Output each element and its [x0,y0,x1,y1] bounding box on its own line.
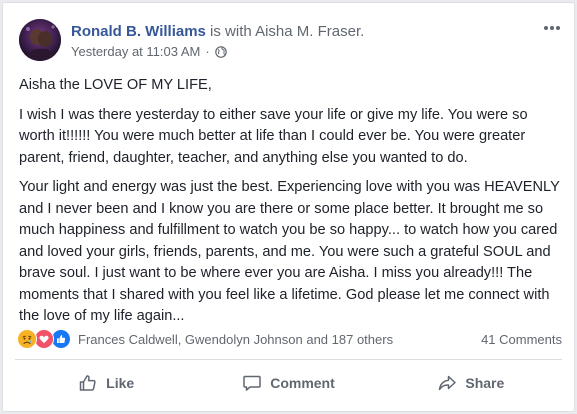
share-icon [437,373,457,393]
reactions-bar: Frances Caldwell, Gwendolyn Johnson and … [17,328,562,350]
like-reaction-icon [51,329,71,349]
more-options-icon[interactable] [542,21,562,33]
post-timestamp[interactable]: Yesterday at 11:03 AM [71,44,200,59]
like-button[interactable]: Like [15,363,197,403]
comment-icon [242,373,262,393]
with-text: is with [205,23,256,40]
comments-count[interactable]: 41 Comments [481,332,562,347]
post-paragraph: Aisha the LOVE OF MY LIFE, [19,77,212,93]
share-button[interactable]: Share [380,363,562,403]
love-reaction-icon [34,329,54,349]
globe-icon[interactable] [214,45,227,58]
tagged-person-link[interactable]: Aisha M. Fraser. [255,23,364,40]
post-meta: Yesterday at 11:03 AM · [71,44,227,59]
meta-separator: · [205,44,210,59]
sad-reaction-icon [17,329,37,349]
reactors-summary[interactable]: Frances Caldwell, Gwendolyn Johnson and … [78,332,481,347]
post-paragraph: Your light and energy was just the best.… [19,179,560,324]
post-title-line: Ronald B. Williams is with Aisha M. Fras… [71,23,364,40]
comment-label: Comment [270,375,335,391]
reaction-icons[interactable] [17,329,71,349]
post-paragraph: I wish I was there yesterday to either s… [19,106,528,166]
post-header: Ronald B. Williams is with Aisha M. Fras… [19,19,562,63]
like-label: Like [106,375,135,391]
comment-button[interactable]: Comment [197,363,379,403]
share-label: Share [465,375,505,391]
post-card: Ronald B. Williams is with Aisha M. Fras… [2,2,575,412]
author-avatar[interactable] [19,19,61,61]
post-actions: Like Comment Share [15,363,562,403]
author-name-link[interactable]: Ronald B. Williams [71,23,206,40]
actions-divider [15,359,562,360]
like-icon [78,373,98,393]
post-body: Aisha the LOVE OF MY LIFE, I wish I was … [19,75,564,336]
